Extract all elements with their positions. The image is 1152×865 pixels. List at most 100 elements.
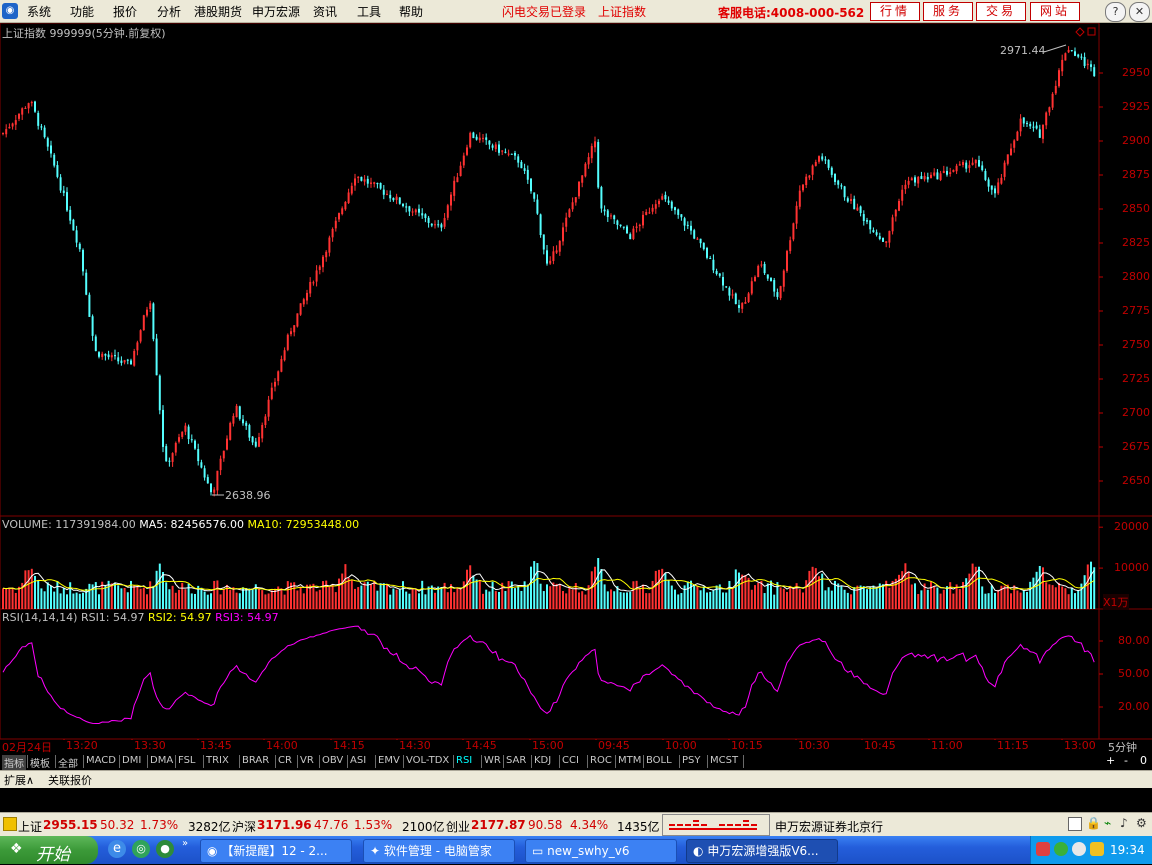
candle-body <box>805 176 808 186</box>
volume-bar <box>674 589 676 609</box>
volume-bar <box>725 592 728 609</box>
period-label[interactable]: 5分钟 <box>1108 739 1137 755</box>
quicklaunch-expand-icon[interactable]: » <box>182 838 188 849</box>
lock-icon[interactable]: 🔒 <box>1086 816 1101 830</box>
candle-body <box>869 220 872 230</box>
indicator-tab-模板[interactable]: 模板 <box>30 755 50 770</box>
indicator-tab-psy[interactable]: PSY <box>682 755 701 766</box>
task-folder[interactable]: ▭ new_swhy_v6 <box>525 839 677 863</box>
volume-bar <box>613 591 616 609</box>
volume-bar <box>731 587 734 609</box>
ie-icon[interactable]: e <box>108 840 126 858</box>
indicator-tab-指标[interactable]: 指标 <box>2 755 26 770</box>
indicator-tab-kdj[interactable]: KDJ <box>534 755 551 766</box>
start-button[interactable]: ❖ 开始 <box>0 836 98 864</box>
menu-button-1[interactable]: 服务 <box>923 2 973 21</box>
indicator-control-0[interactable]: + <box>1106 754 1115 767</box>
indicator-tab-boll[interactable]: BOLL <box>646 755 672 766</box>
indicator-tab-全部[interactable]: 全部 <box>58 755 78 770</box>
security-icon[interactable]: ● <box>156 840 174 858</box>
indicator-tab-mtm[interactable]: MTM <box>618 755 641 766</box>
candle-body <box>981 165 984 171</box>
volume-bar <box>818 576 820 609</box>
indicator-tab-sar[interactable]: SAR <box>506 755 526 766</box>
volume-bar <box>1067 594 1070 609</box>
tray-network-icon[interactable] <box>1072 842 1086 856</box>
menu-item-0[interactable]: 系统 <box>27 3 51 20</box>
indicator-tab-rsi[interactable]: RSI <box>456 755 472 766</box>
volume-bar <box>46 582 49 609</box>
indicator-tab-vr[interactable]: VR <box>300 755 314 766</box>
indicator-tab-dmi[interactable]: DMI <box>122 755 141 766</box>
volume-bar <box>478 580 481 609</box>
volume-bar <box>1051 585 1054 609</box>
menu-item-5[interactable]: 申万宏源 <box>252 3 300 20</box>
candle-body <box>254 441 257 447</box>
sh-amount: 3282亿 <box>188 820 231 834</box>
indicator-tab-fsl[interactable]: FSL <box>178 755 196 766</box>
indicator-tab-roc[interactable]: ROC <box>590 755 612 766</box>
ext-tab-expand[interactable]: 扩展∧ <box>4 772 34 788</box>
indicator-tab-macd[interactable]: MACD <box>86 755 116 766</box>
tray-shield-icon[interactable] <box>1090 842 1104 856</box>
candle-body <box>34 101 36 112</box>
status-icon[interactable] <box>3 817 17 831</box>
close-icon[interactable]: ✕ <box>1129 2 1150 22</box>
indicator-tab-wr[interactable]: WR <box>484 755 501 766</box>
menu-button-3[interactable]: 网站 <box>1030 2 1080 21</box>
candle-body <box>85 272 88 295</box>
indicator-tab-vol-tdx[interactable]: VOL-TDX <box>406 755 449 766</box>
menu-red-item-1[interactable]: 上证指数 <box>598 3 646 20</box>
menu-button-2[interactable]: 交易 <box>976 2 1026 21</box>
menu-item-3[interactable]: 分析 <box>157 3 181 20</box>
volume-bar <box>981 586 984 609</box>
task-swhy-active[interactable]: ◐ 申万宏源增强版V6... <box>686 839 838 863</box>
menu-item-1[interactable]: 功能 <box>70 3 94 20</box>
candle-body <box>94 336 97 351</box>
app-logo-icon[interactable]: ◉ <box>2 3 18 19</box>
indicator-tab-cci[interactable]: CCI <box>562 755 579 766</box>
candle-body <box>453 180 456 196</box>
task-software-manager[interactable]: ✦ 软件管理 - 电脑管家 <box>363 839 515 863</box>
volume-bar <box>270 590 273 609</box>
indicator-control-2[interactable]: 0 <box>1140 754 1147 767</box>
indicator-tab-emv[interactable]: EMV <box>378 755 400 766</box>
indicator-tab-obv[interactable]: OBV <box>322 755 343 766</box>
menu-item-8[interactable]: 帮助 <box>399 3 423 20</box>
indicator-tab-mcst[interactable]: MCST <box>710 755 738 766</box>
network-icon[interactable]: ⌁ <box>1104 816 1111 830</box>
browser-icon[interactable]: ◎ <box>132 840 150 858</box>
indicator-tab-trix[interactable]: TRIX <box>206 755 229 766</box>
indicator-tab-asi[interactable]: ASI <box>350 755 366 766</box>
volume-bar <box>987 593 990 609</box>
candle-body <box>498 144 500 153</box>
volume-bar <box>856 585 859 609</box>
menu-item-7[interactable]: 工具 <box>357 3 381 20</box>
candle-body <box>437 224 440 226</box>
kline-chart[interactable] <box>0 23 1152 740</box>
ma5-value: MA5: 82456576.00 <box>139 518 244 531</box>
menu-item-2[interactable]: 报价 <box>113 3 137 20</box>
menu-item-6[interactable]: 资讯 <box>313 3 337 20</box>
indicator-tab-cr[interactable]: CR <box>278 755 292 766</box>
sound-icon[interactable]: ♪ <box>1120 816 1128 830</box>
indicator-tab-separator <box>403 755 404 768</box>
settings-icon[interactable]: ⚙ <box>1136 816 1147 830</box>
window-icon[interactable] <box>1068 817 1082 831</box>
candle-body <box>558 240 561 252</box>
task-reminder[interactable]: ◉ 【新提醒】12 - 2... <box>200 839 352 863</box>
chart-area[interactable]: 上证指数 999999(5分钟.前复权) 2971.44 2638.96 VOL… <box>0 23 1152 754</box>
tray-app-icon[interactable] <box>1036 842 1050 856</box>
tray-play-icon[interactable] <box>1054 842 1068 856</box>
menu-red-item-0[interactable]: 闪电交易已登录 <box>502 3 586 20</box>
candle-body <box>91 316 94 336</box>
help-icon[interactable]: ? <box>1105 2 1126 22</box>
menu-item-4[interactable]: 港股期货 <box>194 3 242 20</box>
ext-tab-related[interactable]: 关联报价 <box>48 772 92 788</box>
indicator-control-1[interactable]: - <box>1124 754 1128 767</box>
indicator-tab-dma[interactable]: DMA <box>150 755 173 766</box>
candle-body <box>712 259 715 271</box>
indicator-tab-brar[interactable]: BRAR <box>242 755 269 766</box>
candle-body <box>734 293 737 305</box>
menu-button-0[interactable]: 行情 <box>870 2 920 21</box>
